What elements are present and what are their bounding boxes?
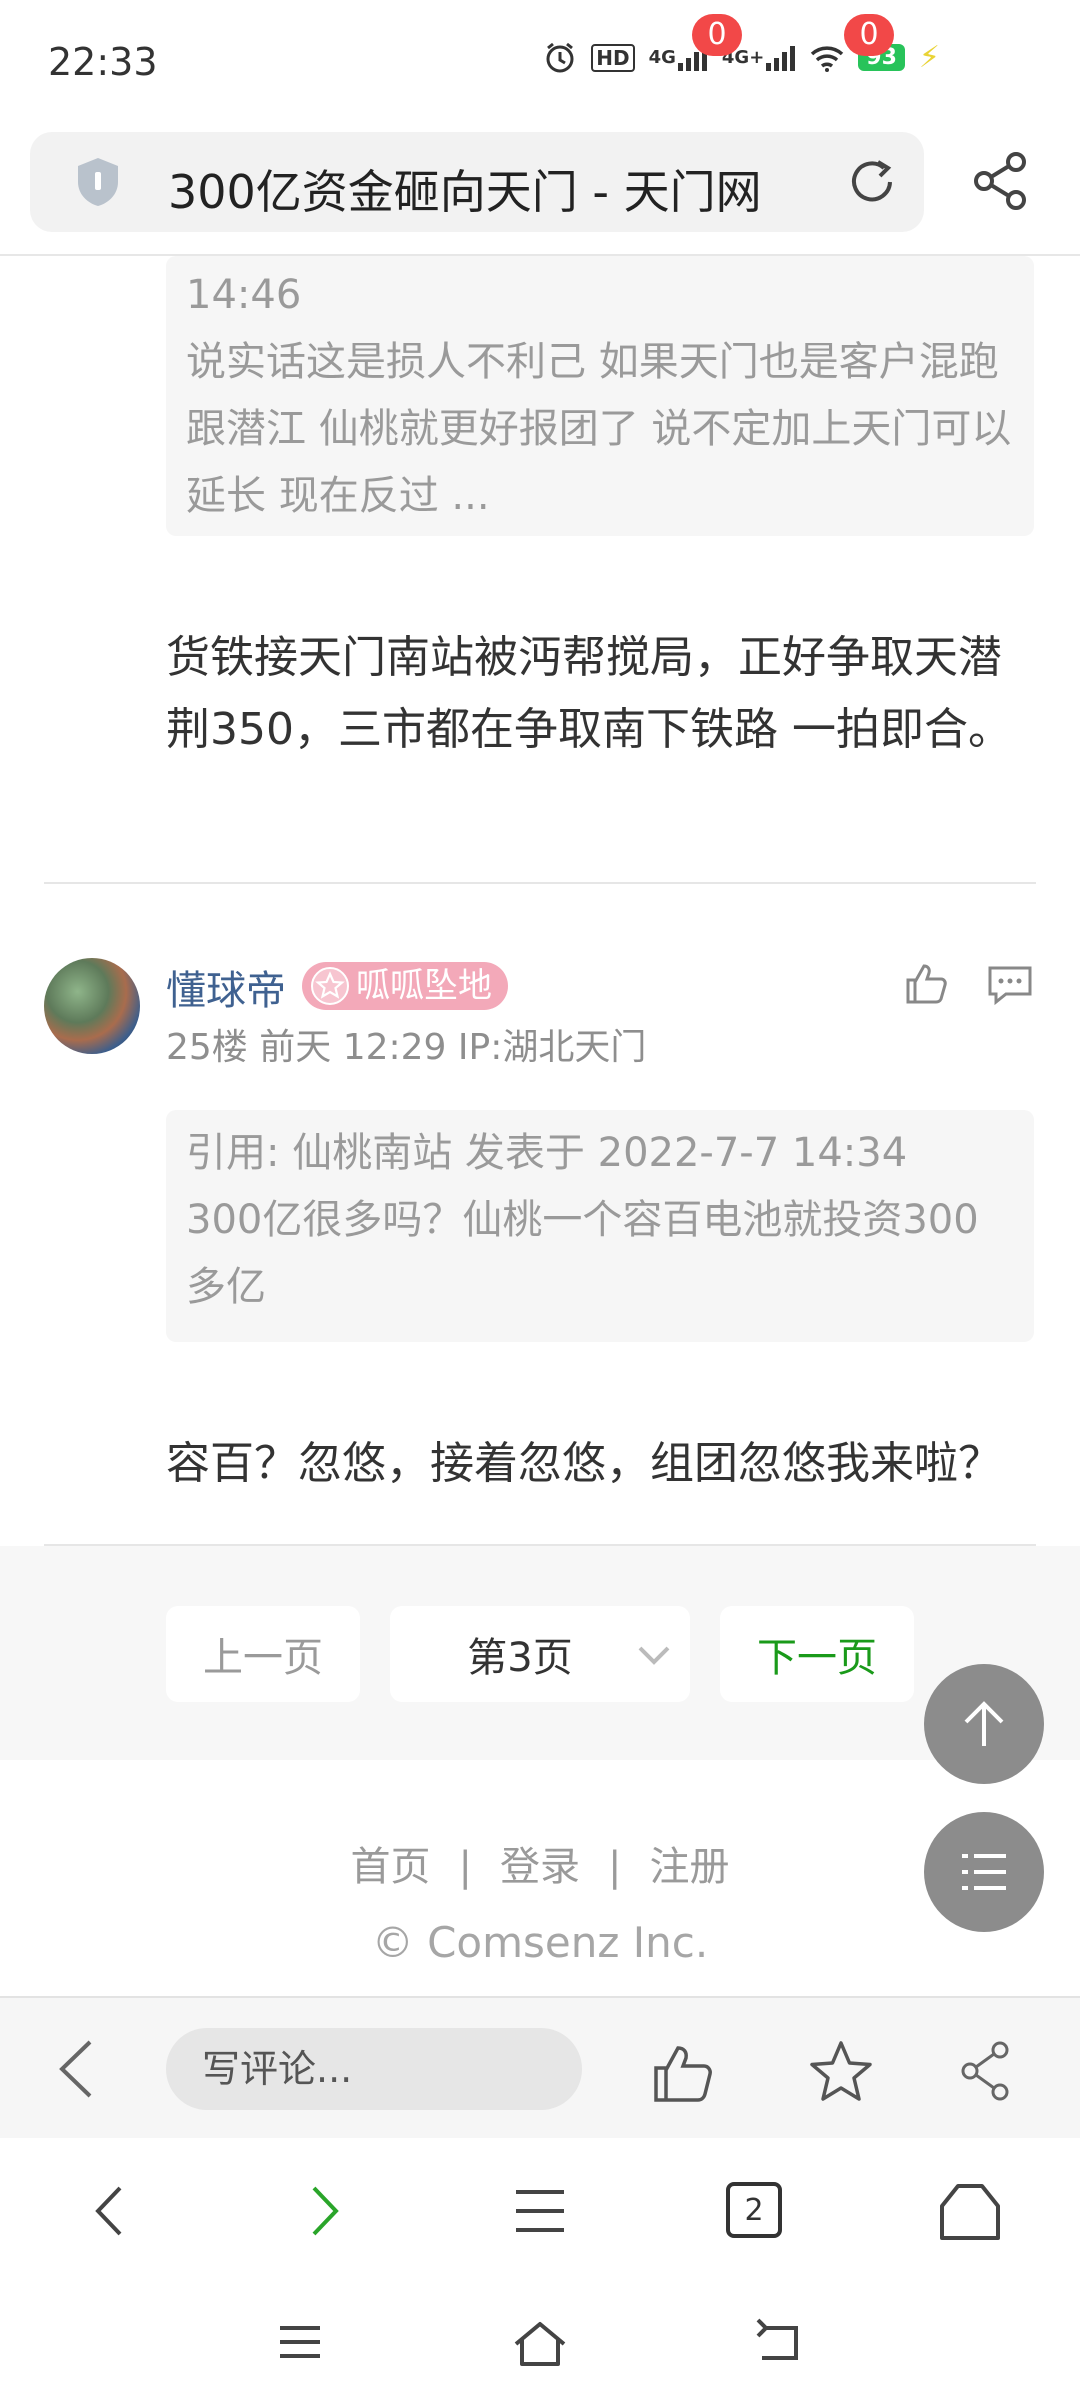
status-bar: 22:33 HD 4G 4G+ 93 ⚡ [0, 0, 1080, 130]
back-icon[interactable] [52, 2036, 98, 2102]
scroll-top-button[interactable] [924, 1664, 1044, 1784]
comment-icon[interactable] [986, 962, 1034, 1008]
badge-label: 呱呱坠地 [356, 966, 492, 1006]
user-level-badge: 呱呱坠地 [302, 962, 508, 1010]
star-icon[interactable] [806, 2038, 876, 2106]
status-time: 22:33 [48, 40, 158, 84]
wifi-icon [810, 44, 844, 72]
home-icon[interactable] [510, 2318, 570, 2370]
favorite-count-badge: 0 [844, 14, 894, 56]
avatar[interactable] [44, 958, 140, 1054]
quote-block: 14:46 说实话这是损人不利己 如果天门也是客户混跑 跟潜江 仙桃就更好报团了… [166, 256, 1034, 536]
next-page-button[interactable]: 下一页 [720, 1606, 914, 1702]
page-title[interactable]: 300亿资金砸向天门 - 天门网 [168, 156, 762, 222]
page-select-value: 第3页 [467, 1635, 573, 1681]
chevron-down-icon [638, 1646, 670, 1665]
comment-input[interactable]: 写评论... [166, 2028, 582, 2110]
browser-nav-bar: 2 [0, 2140, 1080, 2282]
hd-icon: HD [591, 43, 635, 72]
share-icon[interactable] [956, 2038, 1016, 2104]
quote-time: 14:46 [186, 272, 302, 318]
arrow-up-icon [964, 1701, 1004, 1746]
post-divider [44, 882, 1036, 884]
copyright: © Comsenz Inc. [371, 1918, 709, 1967]
comment-toolbar: 写评论... [0, 1996, 1080, 2138]
menu-icon[interactable] [512, 2178, 568, 2244]
forward-icon[interactable] [306, 2178, 346, 2244]
quote-header: 引用: 仙桃南站 发表于 2022-7-7 14:34 [186, 1130, 908, 1176]
star-icon [311, 967, 349, 1005]
footer-links: 首页 | 登录 | 注册 [0, 1834, 1080, 1892]
post-body: 容百？忽悠，接着忽悠，组团忽悠我来啦？ [166, 1438, 1002, 1489]
list-icon [962, 1854, 1006, 1890]
post-body: 货铁接天门南站被沔帮搅局，正好争取天潜荆350，三市都在争取南下铁路 一拍即合。 [166, 632, 1012, 755]
address-bar[interactable]: 300亿资金砸向天门 - 天门网 [30, 132, 924, 232]
footer-separator: | [608, 1844, 622, 1890]
footer-home-link[interactable]: 首页 [351, 1844, 431, 1890]
charging-icon: ⚡ [918, 40, 940, 75]
footer-separator: | [458, 1844, 472, 1890]
footer-register-link[interactable]: 注册 [649, 1844, 729, 1890]
back-icon[interactable] [88, 2178, 128, 2244]
page-select[interactable]: 第3页 [390, 1606, 690, 1702]
reload-icon[interactable] [844, 154, 900, 210]
tabs-button[interactable]: 2 [726, 2182, 782, 2238]
username[interactable]: 懂球帝 [166, 958, 286, 1016]
network-type-label: 4G [648, 47, 676, 68]
thumbs-up-icon[interactable] [650, 2040, 716, 2106]
floating-menu-button[interactable] [924, 1812, 1044, 1932]
back-icon[interactable] [752, 2318, 804, 2366]
home-icon[interactable] [938, 2180, 1002, 2244]
shield-icon [78, 158, 118, 206]
prev-page-button[interactable]: 上一页 [166, 1606, 360, 1702]
alarm-icon [543, 41, 577, 75]
thumbs-up-icon[interactable] [902, 960, 950, 1008]
recent-apps-icon[interactable] [276, 2318, 324, 2366]
quote-text: 300亿很多吗？仙桃一个容百电池就投资300多亿 [186, 1197, 979, 1310]
quote-text: 说实话这是损人不利己 如果天门也是客户混跑 跟潜江 仙桃就更好报团了 说不定加上… [186, 339, 1012, 519]
system-nav-bar [0, 2282, 1080, 2408]
footer-login-link[interactable]: 登录 [500, 1844, 580, 1890]
share-icon[interactable] [968, 148, 1034, 214]
pagination: 上一页 第3页 下一页 [0, 1546, 1080, 1760]
quote-block: 引用: 仙桃南站 发表于 2022-7-7 14:34 300亿很多吗？仙桃一个… [166, 1110, 1034, 1342]
tab-count: 2 [744, 2192, 764, 2228]
post-meta: 25楼 前天 12:29 IP:湖北天门 [166, 1027, 647, 1068]
like-count-badge: 0 [692, 14, 742, 56]
